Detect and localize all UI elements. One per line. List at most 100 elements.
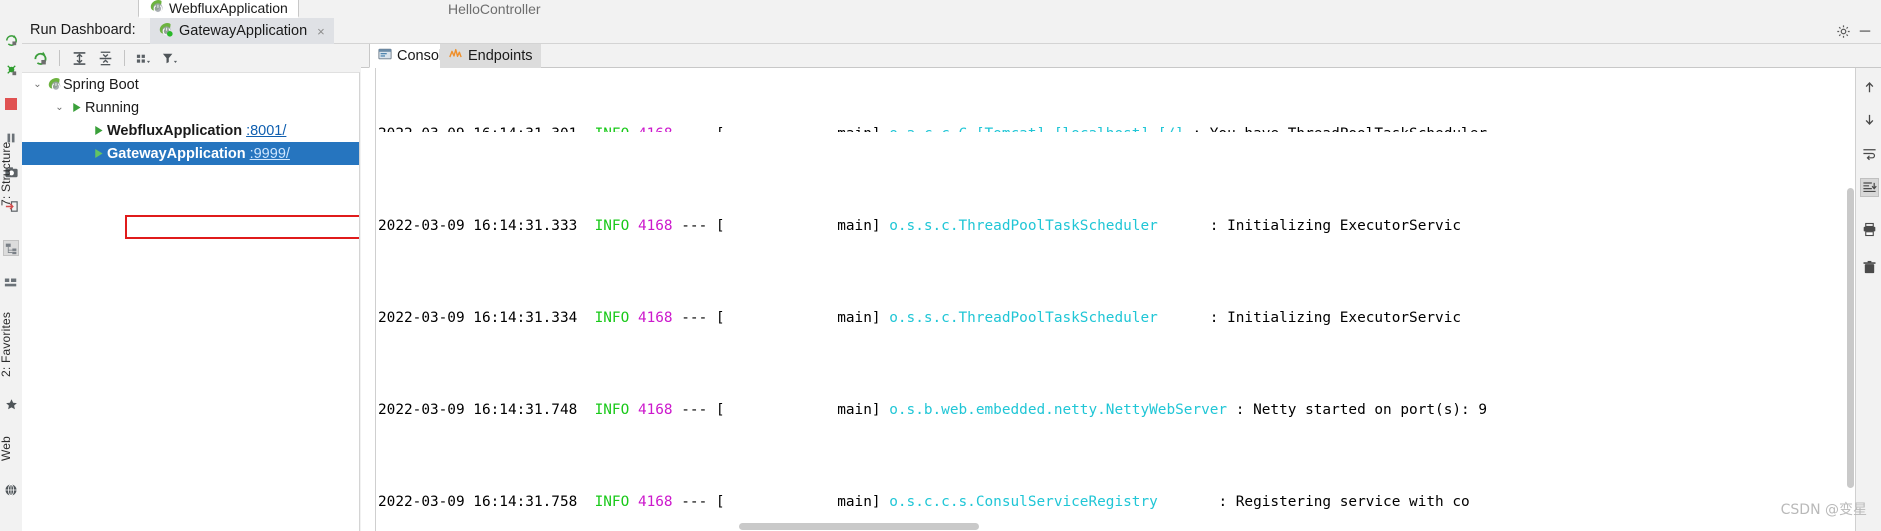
horizontal-scrollbar[interactable] — [739, 522, 1859, 531]
horizontal-scroll-thumb[interactable] — [739, 523, 979, 530]
left-tool-rail: 7: Structure 2: Favorites Web — [0, 18, 23, 531]
tab-endpoints[interactable]: Endpoints — [440, 44, 541, 68]
log-timestamp: 2022-03-09 16:14:31.334 — [378, 310, 578, 326]
log-timestamp: 2022-03-09 16:14:31.758 — [378, 494, 578, 510]
tree-item-port-link[interactable]: :9999/ — [250, 146, 290, 162]
scroll-to-end-icon[interactable] — [1860, 178, 1879, 197]
log-space — [881, 494, 890, 510]
log-line: 2022-03-09 16:14:31.301 INFO 4168 --- [ … — [378, 123, 1858, 132]
log-level: INFO — [594, 402, 630, 418]
chevron-down-icon[interactable]: ⌄ — [52, 102, 67, 113]
chevron-down-icon[interactable]: ⌄ — [30, 79, 45, 90]
toolbar-separator — [124, 50, 125, 66]
log-space — [577, 402, 594, 418]
sidebar-item-label: Web — [0, 435, 13, 461]
sidebar-item-web[interactable]: Web — [0, 422, 21, 474]
console-icon — [378, 47, 392, 65]
log-logger: o.s.s.c.ThreadPoolTaskScheduler — [889, 218, 1158, 234]
log-message: : Registering service with co — [1157, 494, 1470, 510]
log-message: : Netty started on port(s): 9 — [1227, 402, 1488, 418]
tree-item-label: GatewayApplication — [107, 145, 246, 162]
console-panel: Console Endpoints 2022-03-09 16:14:31.30… — [361, 44, 1881, 531]
log-line: 2022-03-09 16:14:31.333 INFO 4168 --- [ … — [378, 215, 1858, 238]
clear-all-icon[interactable] — [1860, 258, 1879, 277]
close-icon[interactable]: × — [317, 24, 325, 39]
log-separator: --- [ — [672, 310, 725, 326]
tree-item-label: WebfluxApplication — [107, 122, 243, 139]
log-space — [881, 126, 890, 132]
log-logger: o.s.s.c.ThreadPoolTaskScheduler — [889, 310, 1158, 326]
log-timestamp: 2022-03-09 16:14:31.333 — [378, 218, 578, 234]
tree-item-running[interactable]: ⌄ Running — [22, 96, 359, 119]
spring-boot-running-icon — [158, 22, 173, 41]
log-space — [629, 310, 638, 326]
sidebar-item-label: 7: Structure — [0, 141, 13, 207]
log-space — [881, 402, 890, 418]
log-thread: main] — [724, 310, 881, 326]
intellij-run-dashboard-window: WebfluxApplication HelloController 7: St… — [0, 0, 1881, 531]
log-space — [629, 218, 638, 234]
tab-label: Endpoints — [468, 48, 533, 64]
expand-all-icon[interactable] — [67, 47, 91, 69]
log-level: INFO — [595, 126, 630, 132]
gear-icon[interactable] — [1835, 23, 1851, 39]
log-space — [881, 218, 890, 234]
scroll-up-icon[interactable] — [1860, 78, 1879, 97]
print-icon[interactable] — [1860, 220, 1879, 239]
log-thread: main] — [724, 494, 881, 510]
run-dashboard-toolbar — [22, 44, 360, 72]
rerun-icon[interactable] — [28, 47, 52, 69]
console-output[interactable]: 2022-03-09 16:14:31.301 INFO 4168 --- [ … — [361, 68, 1881, 531]
log-thread: main] — [724, 218, 881, 234]
spring-boot-icon — [149, 0, 164, 17]
highlight-box — [125, 215, 359, 239]
scroll-down-icon[interactable] — [1860, 110, 1879, 129]
tree-item-gatewayapplication[interactable]: GatewayApplication :9999/ — [22, 142, 359, 165]
endpoints-icon — [448, 47, 463, 65]
vertical-scrollbar[interactable] — [1846, 68, 1855, 531]
log-logger: o.a.c.c.C.[Tomcat].[localhost].[/] — [889, 126, 1184, 132]
log-space — [629, 126, 638, 132]
log-space — [881, 310, 890, 326]
run-green-arrow-icon — [89, 123, 107, 139]
rerun-icon[interactable] — [3, 32, 19, 48]
debug-icon[interactable] — [3, 62, 19, 78]
log-message: : You have ThreadPoolTaskScheduler — [1184, 126, 1487, 132]
log-space — [629, 402, 638, 418]
tree-item-webfluxapplication[interactable]: WebfluxApplication :8001/ — [22, 119, 359, 142]
console-tab-bar: Console Endpoints — [361, 44, 1881, 68]
soft-wrap-icon[interactable] — [1860, 144, 1879, 163]
log-timestamp: 2022-03-09 16:14:31.301 — [378, 126, 577, 132]
run-green-arrow-icon — [89, 146, 107, 162]
group-by-icon[interactable] — [132, 47, 156, 69]
tree-item-spring-boot[interactable]: ⌄ Spring Boot — [22, 73, 359, 96]
log-logger: o.s.c.c.s.ConsulServiceRegistry — [889, 494, 1158, 510]
log-separator: --- [ — [672, 494, 725, 510]
log-logger: o.s.b.web.embedded.netty.NettyWebServer — [889, 402, 1228, 418]
console-gutter — [361, 68, 376, 531]
run-dashboard-title: Run Dashboard: — [30, 22, 136, 38]
log-pid: 4168 — [637, 402, 673, 418]
minimize-icon[interactable] — [1857, 23, 1873, 39]
run-dashboard-tab-gatewayapplication[interactable]: GatewayApplication × — [150, 18, 334, 44]
sidebar-item-favorites[interactable]: 2: Favorites — [0, 296, 21, 392]
sidebar-item-label: 2: Favorites — [0, 311, 13, 377]
run-dashboard-tree: ⌄ Spring Boot ⌄ Running WebfluxApplicati… — [22, 72, 360, 531]
stop-icon[interactable] — [3, 96, 19, 112]
collapse-all-icon[interactable] — [93, 47, 117, 69]
watermark: CSDN @变星 — [1780, 502, 1867, 518]
structure-icon[interactable] — [3, 240, 19, 256]
filter-icon[interactable] — [158, 47, 182, 69]
tree-item-label: Running — [85, 99, 140, 116]
log-thread: main] — [725, 126, 880, 132]
toolbar-separator — [59, 50, 60, 66]
layout-icon[interactable] — [3, 274, 19, 290]
sidebar-item-structure[interactable]: 7: Structure — [0, 128, 21, 220]
vertical-scroll-thumb[interactable] — [1847, 188, 1854, 488]
editor-tab-webfluxapplication[interactable]: WebfluxApplication — [138, 0, 299, 18]
tree-item-port-link[interactable]: :8001/ — [246, 123, 286, 139]
editor-tab-hellocontroller[interactable]: HelloController — [438, 0, 551, 18]
log-level: INFO — [594, 218, 630, 234]
log-line: 2022-03-09 16:14:31.758 INFO 4168 --- [ … — [378, 491, 1858, 514]
run-dashboard-tab-label: GatewayApplication — [179, 23, 308, 39]
